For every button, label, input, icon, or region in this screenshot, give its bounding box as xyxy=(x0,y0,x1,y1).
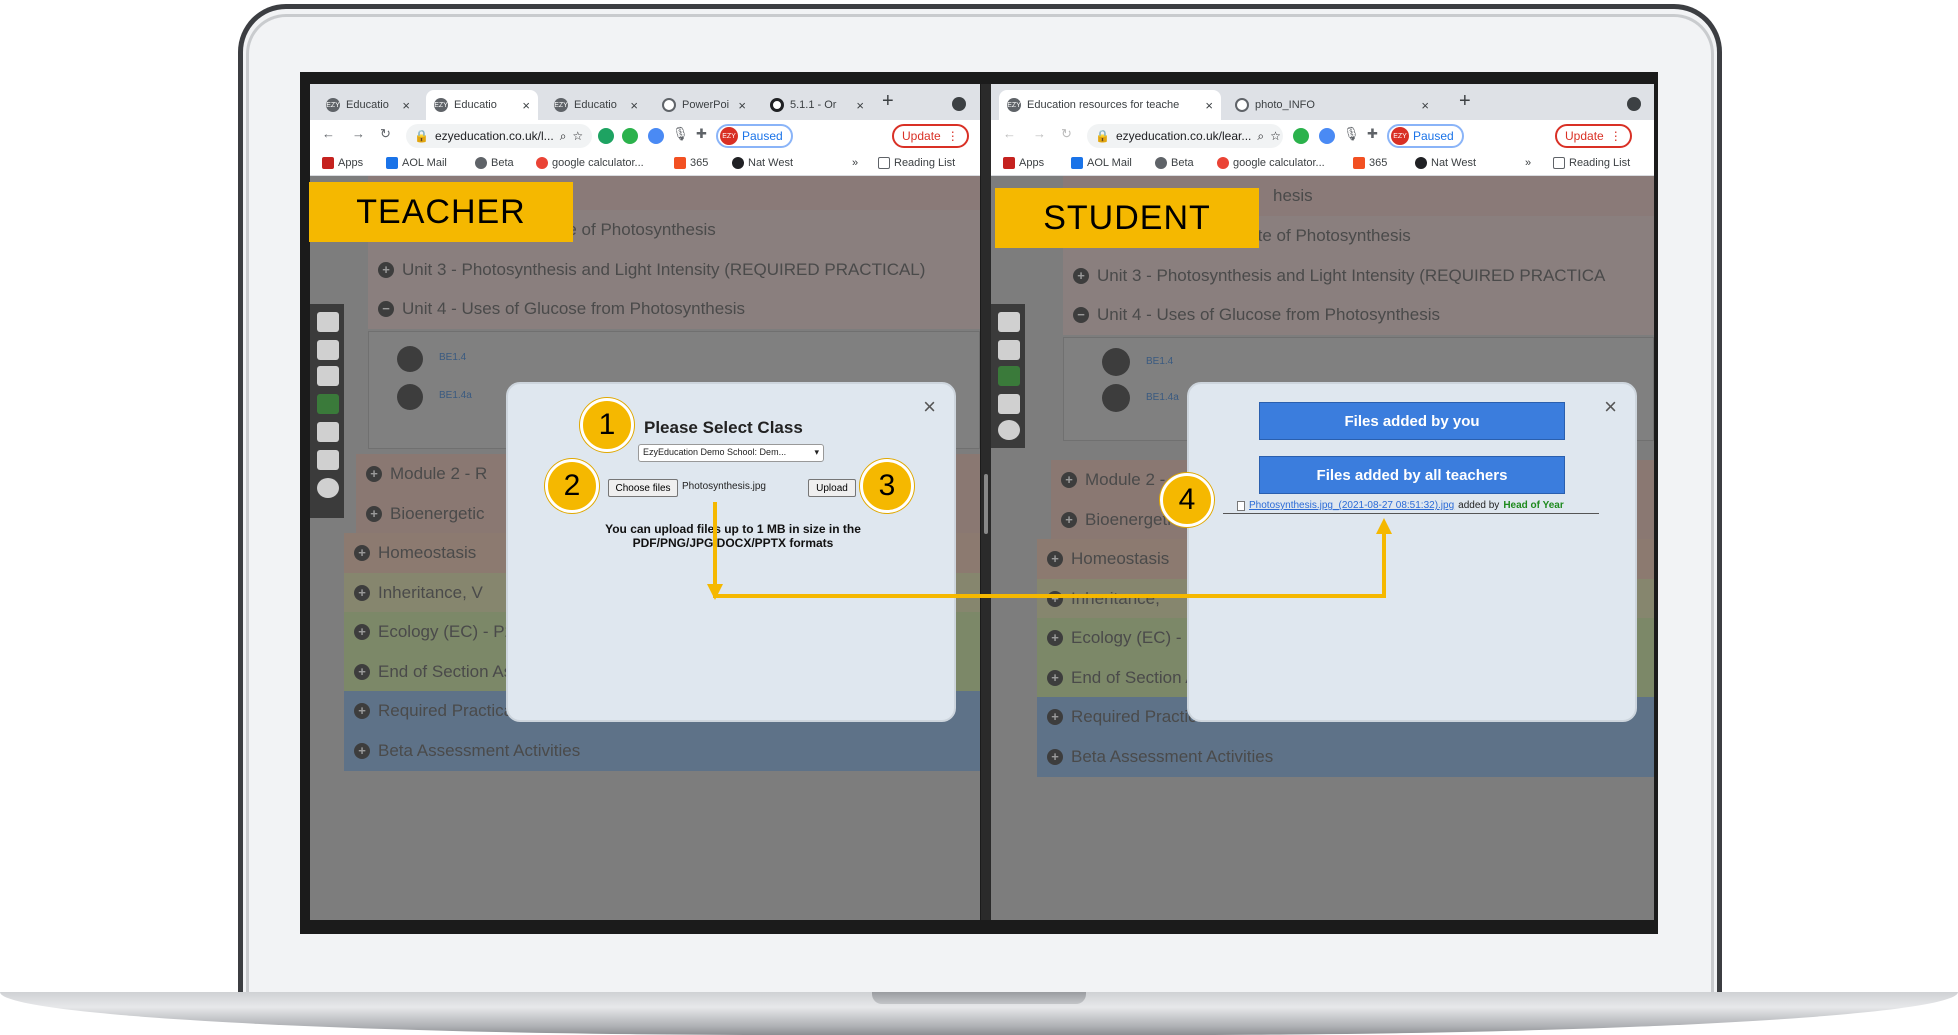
flow-arrow-head-up xyxy=(1376,518,1392,534)
canvas: EZY Educatio × EZY Educatio × EZY Educatio × P… xyxy=(0,0,1958,1035)
step-badge-3: 3 xyxy=(860,459,914,513)
flow-arrow xyxy=(707,502,1392,600)
step-badge-4: 4 xyxy=(1160,473,1214,527)
step-badge-1: 1 xyxy=(580,398,634,452)
step-badge-2: 2 xyxy=(545,459,599,513)
flow-arrow-line xyxy=(713,502,1386,598)
